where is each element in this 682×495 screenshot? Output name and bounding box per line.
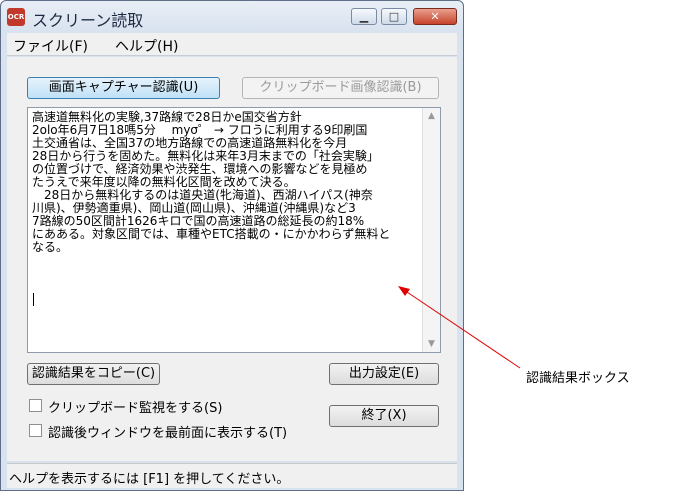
annotation-arrow-head	[398, 286, 410, 296]
annotation-label: 認識結果ボックス	[526, 371, 630, 386]
annotation-arrow	[398, 286, 521, 369]
annotation-arrow-line	[403, 289, 521, 369]
